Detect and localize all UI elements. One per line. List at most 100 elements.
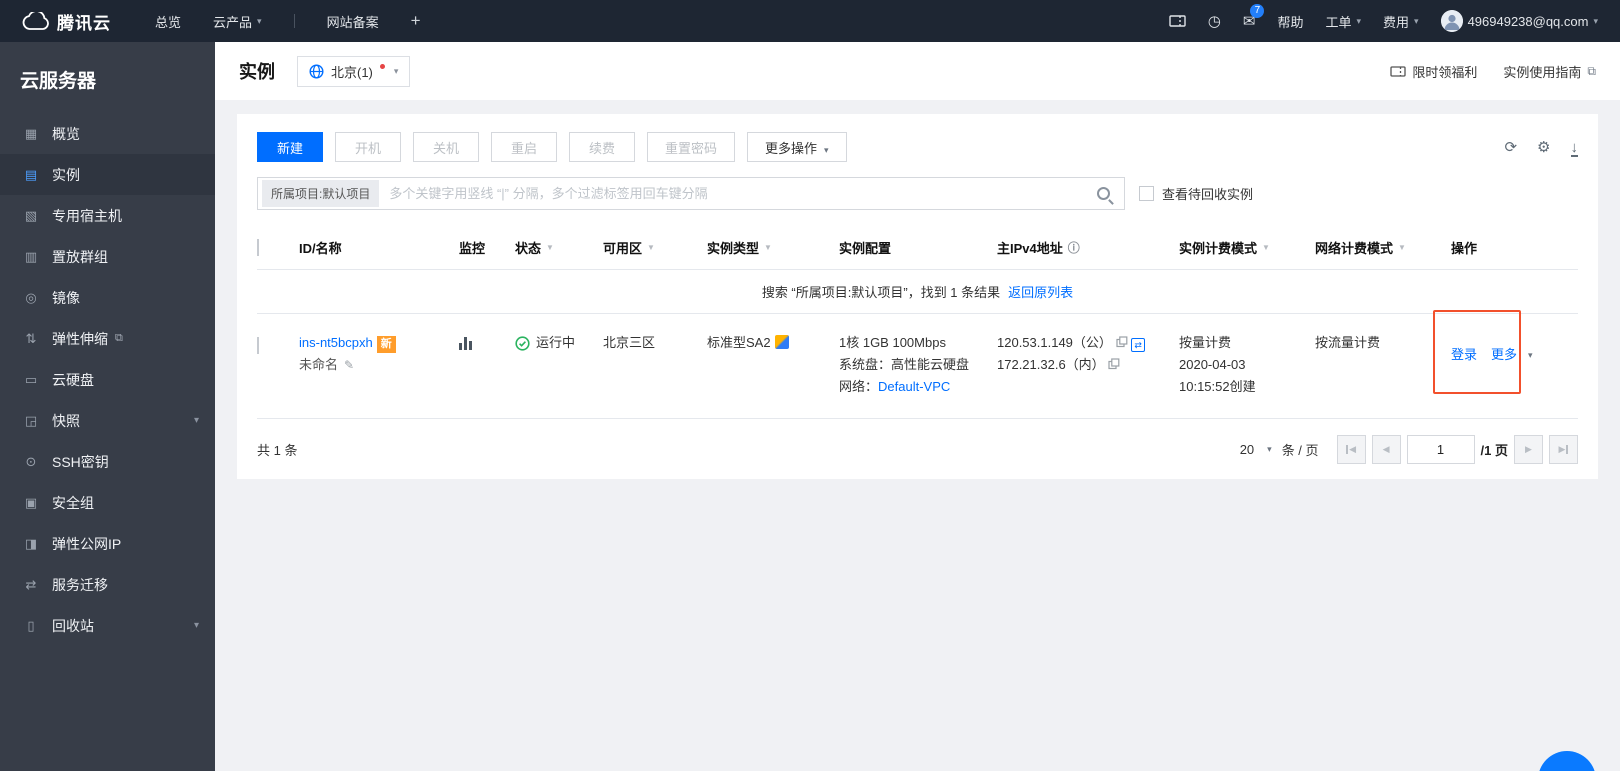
recycle-label: 查看待回收实例: [1162, 187, 1254, 202]
sidebar-item-snapshot[interactable]: ◲ 快照 ▾: [0, 400, 215, 441]
snapshot-icon: ◲: [24, 412, 38, 428]
instance-name: 未命名: [299, 357, 339, 372]
filter-icon[interactable]: ▼: [647, 243, 655, 252]
sidebar-item-label: 云硬盘: [52, 371, 94, 388]
back-to-list-link[interactable]: 返回原列表: [1008, 282, 1073, 301]
more-link-label: 更多: [1491, 347, 1518, 362]
message-center-button[interactable]: ✉ 7: [1243, 4, 1265, 30]
sidebar-item-images[interactable]: ◎ 镜像: [0, 277, 215, 318]
start-button[interactable]: 开机: [335, 132, 401, 162]
region-selector[interactable]: 北京(1) ▾: [297, 55, 411, 87]
header-ip: 主IPv4地址 ⓘ: [997, 238, 1179, 257]
sidebar-item-label: SSH密钥: [52, 453, 109, 470]
sidebar-item-service-migration[interactable]: ⇄ 服务迁移: [0, 564, 215, 605]
promo-link-label: 限时领福利: [1412, 64, 1478, 80]
settings-gear-icon[interactable]: ⚙: [1537, 138, 1550, 156]
sidebar-item-recycle-bin[interactable]: ▯ 回收站 ▾: [0, 605, 215, 646]
tencent-cloud-logo[interactable]: 腾讯云: [22, 9, 111, 34]
nav-beian[interactable]: 网站备案: [327, 12, 379, 31]
filter-icon[interactable]: ▼: [1398, 243, 1406, 252]
search-row: 所属项目:默认项目 查看待回收实例: [257, 177, 1578, 210]
copy-icon[interactable]: [1108, 358, 1120, 370]
private-ip-line: 172.21.32.6（内）: [997, 354, 1169, 376]
more-actions-button[interactable]: 更多操作 ▾: [747, 132, 847, 162]
main-area: 实例 北京(1) ▾ 限时领福利 实例使用指南 ⧉ 新建 开机 关机 重启 续费…: [215, 42, 1620, 771]
sidebar-item-label: 服务迁移: [52, 576, 108, 593]
renew-button[interactable]: 续费: [569, 132, 635, 162]
vpc-link[interactable]: Default-VPC: [878, 379, 950, 394]
ssh-key-icon: ⊙: [25, 453, 37, 469]
info-icon[interactable]: ⓘ: [1068, 239, 1080, 256]
search-input[interactable]: [387, 185, 1089, 202]
page-size-select[interactable]: 20 ▾: [1240, 442, 1272, 457]
select-all-checkbox[interactable]: [257, 239, 259, 256]
sidebar-item-label: 概览: [52, 125, 80, 142]
shutdown-button[interactable]: 关机: [413, 132, 479, 162]
page-size-value: 20: [1239, 441, 1255, 457]
more-link[interactable]: 更多 ▾: [1491, 344, 1533, 366]
current-page-input[interactable]: 1: [1406, 434, 1475, 464]
search-icon[interactable]: [1097, 187, 1110, 200]
header-type: 实例类型 ▼: [707, 238, 839, 257]
page-prev-icon: ◀: [1382, 443, 1390, 454]
copy-icon[interactable]: [1115, 336, 1128, 348]
nav-overview[interactable]: 总览: [155, 12, 181, 31]
restart-button[interactable]: 重启: [491, 132, 557, 162]
search-result-notice: 搜索 “所属项目:默认项目”，找到 1 条结果 返回原列表: [257, 270, 1578, 314]
cell-zone: 北京三区: [603, 335, 656, 350]
sidebar-item-instances[interactable]: ▤ 实例: [0, 154, 215, 195]
account-menu[interactable]: 496949238@qq.com ▾: [1440, 10, 1598, 32]
create-button[interactable]: 新建: [257, 132, 323, 162]
last-page-button[interactable]: ▶: [1549, 434, 1578, 464]
images-icon: ◎: [25, 289, 37, 305]
sidebar-item-dedicated-host[interactable]: ▧ 专用宿主机: [0, 195, 215, 236]
help-link[interactable]: 帮助: [1277, 12, 1303, 31]
filter-icon[interactable]: ▼: [764, 243, 772, 252]
edit-name-icon[interactable]: ✎: [344, 358, 354, 372]
next-page-button[interactable]: ▶: [1514, 434, 1543, 464]
clock-icon[interactable]: ◷: [1208, 12, 1221, 30]
account-email: 496949238@qq.com: [1467, 13, 1589, 29]
sidebar-item-auto-scaling[interactable]: ⇅ 弹性伸缩 ⧉: [0, 318, 215, 359]
tickets-menu[interactable]: 工单 ▾: [1325, 12, 1361, 31]
edge-bar: [1566, 444, 1569, 454]
filter-icon[interactable]: ▼: [1262, 243, 1270, 252]
voucher-icon[interactable]: [1169, 14, 1186, 28]
avatar: [1440, 10, 1463, 32]
status-text: 运行中: [536, 335, 576, 350]
billing-menu[interactable]: 费用 ▾: [1383, 12, 1419, 31]
refresh-icon[interactable]: ⟳: [1504, 138, 1517, 156]
download-icon[interactable]: ↓: [1570, 140, 1578, 157]
cell-status: 运行中: [515, 332, 603, 354]
convert-to-eip-icon[interactable]: ⇄: [1131, 338, 1146, 352]
monitor-chart-icon[interactable]: [459, 336, 472, 350]
config-spec: 1核 1GB 100Mbps: [839, 335, 946, 350]
first-page-button[interactable]: ◀: [1336, 434, 1366, 464]
project-filter-tag[interactable]: 所属项目:默认项目: [262, 180, 380, 207]
search-box[interactable]: 所属项目:默认项目: [257, 177, 1125, 210]
instance-guide-link[interactable]: 实例使用指南 ⧉: [1503, 62, 1596, 81]
pagination: 共 1 条 20 ▾ 条 / 页 ◀ ◀ 1 /1 页 ▶ ▶: [257, 419, 1578, 479]
add-nav-tab-button[interactable]: +: [411, 11, 421, 31]
page-buttons: ◀ ◀ 1 /1 页 ▶ ▶: [1336, 434, 1578, 464]
cloud-disk-icon: ▭: [24, 371, 38, 387]
filter-icon[interactable]: ▼: [546, 243, 554, 252]
toolbar-icons: ⟳ ⚙ ↓: [1504, 138, 1578, 157]
nav-products-label: 云产品: [213, 14, 253, 30]
reset-password-button[interactable]: 重置密码: [647, 132, 736, 162]
sidebar-item-placement-group[interactable]: ▥ 置放群组: [0, 236, 215, 277]
recycle-checkbox[interactable]: [1139, 186, 1154, 201]
sidebar-item-overview[interactable]: ▦ 概览: [0, 113, 215, 154]
promo-link[interactable]: 限时领福利: [1390, 62, 1477, 81]
prev-page-button[interactable]: ◀: [1371, 434, 1401, 464]
header-status-label: 状态: [515, 241, 542, 256]
login-link[interactable]: 登录: [1451, 344, 1477, 366]
sidebar-item-security-group[interactable]: ▣ 安全组: [0, 482, 215, 523]
sidebar-item-eip[interactable]: ◨ 弹性公网IP: [0, 523, 215, 564]
sidebar-item-ssh-key[interactable]: ⊙ SSH密钥: [0, 441, 215, 482]
sidebar-item-cloud-disk[interactable]: ▭ 云硬盘: [0, 359, 215, 400]
nav-products[interactable]: 云产品 ▾: [213, 12, 262, 31]
recycle-filter[interactable]: 查看待回收实例: [1139, 184, 1253, 203]
row-checkbox[interactable]: [257, 337, 259, 354]
instance-id-link[interactable]: ins-nt5bcpxh: [299, 335, 373, 350]
